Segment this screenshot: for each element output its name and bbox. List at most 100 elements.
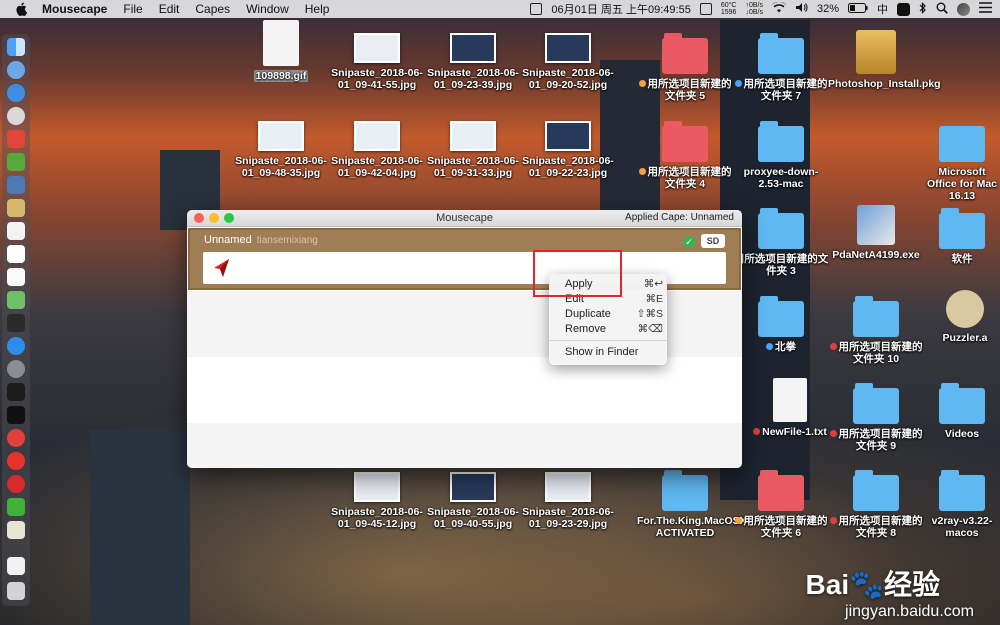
net-speed[interactable]: ↑0B/s ↓0B/s [745,2,763,16]
desktop-folder[interactable]: For.The.King.MacOSX-ACTIVATED [637,470,750,539]
desktop-folder[interactable]: 用所选项目新建的文件夹 4 [637,121,733,190]
desktop-file[interactable]: Snipaste_2018-06-01_09-22-23.jpg [520,121,616,179]
terminal-app-icon[interactable] [7,314,25,332]
desktop-folder[interactable]: 用所选项目新建的文件夹 7 [733,33,829,102]
desktop-folder[interactable]: Microsoft Office for Mac 16.13 [924,126,1000,202]
desktop-file[interactable]: Snipaste_2018-06-01_09-31-33.jpg [425,121,521,179]
desktop-file[interactable]: Snipaste_2018-06-01_09-23-29.jpg [520,472,616,530]
desktop-app[interactable]: Puzzler.a [930,290,1000,344]
desktop-folder[interactable]: proxyee-down-2.53-mac [733,121,829,190]
red-app-icon[interactable] [7,130,25,148]
wifi-icon[interactable] [771,1,786,16]
apple-icon[interactable] [14,2,28,16]
fan-speed: 1596 [720,9,737,16]
preview-doc-icon[interactable] [7,521,25,539]
desktop-folder[interactable]: 软件 [924,208,1000,265]
menu-capes[interactable]: Capes [195,2,230,16]
terminal-icon[interactable] [7,406,25,424]
baidu-watermark: Bai🐾经验 [806,563,940,603]
menu-file[interactable]: File [123,2,142,16]
desktop-file[interactable]: Snipaste_2018-06-01_09-23-39.jpg [425,33,521,91]
status-area: 06月01日 周五 上午09:49:55 60°C 1596 ↑0B/s ↓0B… [530,0,992,18]
dock [2,34,30,606]
desktop-file[interactable]: Snipaste_2018-06-01_09-48-35.jpg [233,121,329,179]
list-icon[interactable] [979,2,992,16]
folder-label: 用所选项目新建的文件夹 9 [838,428,923,452]
wallpaper-building [90,430,190,625]
vivaldi-icon[interactable] [7,429,25,447]
net-down: 0B/s [748,9,763,16]
calendar-app-icon[interactable] [7,245,25,263]
desktop-folder[interactable]: 用所选项目新建的文件夹 6 [733,470,829,539]
desktop-file[interactable]: Snipaste_2018-06-01_09-20-52.jpg [520,33,616,91]
desktop-file[interactable]: 109898.gif [233,20,329,82]
search-icon[interactable] [936,2,948,17]
menu-date-time[interactable]: 06月01日 周五 上午09:49:55 [551,1,690,17]
desktop-file[interactable]: Snipaste_2018-06-01_09-42-04.jpg [329,121,425,179]
menu-item-show-in-finder[interactable]: Show in Finder [549,345,667,360]
folder-icon [758,470,804,511]
input-language[interactable]: 中 [877,1,888,17]
file-label: Snipaste_2018-06-01_09-31-33.jpg [427,155,519,179]
folder-icon [758,33,804,74]
desktop-folder[interactable]: 用所选项目新建的文件夹 9 [828,383,924,452]
screen-icon[interactable] [699,3,712,15]
watermark-suffix: 经验 [883,569,940,600]
bluetooth-icon[interactable] [919,1,927,17]
image-thumbnail [354,33,400,63]
desktop-file[interactable]: Snipaste_2018-06-01_09-41-55.jpg [329,33,425,91]
wechat-icon[interactable] [7,498,25,516]
desktop-folder[interactable]: v2ray-v3.22-macos [924,470,1000,539]
document-icon[interactable] [7,557,25,575]
puzzler-app-icon [946,290,984,328]
android-icon[interactable] [7,153,25,171]
menu-app-name[interactable]: Mousecape [42,2,107,16]
desktop-folder[interactable]: 用所选项目新建的文件夹 3 [733,208,829,277]
preview-icon[interactable] [7,176,25,194]
desktop-folder[interactable]: 用所选项目新建的文件夹 8 [828,470,924,539]
menu-window[interactable]: Window [246,2,289,16]
calendar-icon[interactable] [530,3,543,15]
menu-item-label: Duplicate [565,308,611,320]
app-status-icon[interactable] [897,2,910,16]
system-stats[interactable]: 60°C 1596 [721,2,737,16]
rocket-icon[interactable] [7,107,25,125]
maps-icon[interactable] [7,291,25,309]
reminders-icon[interactable] [7,268,25,286]
desktop-file[interactable]: Photoshop_Install.pkg [828,30,941,90]
desktop-file[interactable]: Snipaste_2018-06-01_09-45-12.jpg [329,472,425,530]
system-preferences-icon[interactable] [7,360,25,378]
battery-percent[interactable]: 32% [817,3,839,15]
battery-icon[interactable] [848,2,868,16]
app-store-icon[interactable] [7,337,25,355]
desktop-folder[interactable]: Videos [924,383,1000,440]
safari-icon[interactable] [7,84,25,102]
image-thumbnail [258,121,304,151]
siri-icon[interactable] [957,2,970,16]
arrow-cursor-icon [214,259,229,277]
volume-icon[interactable] [795,2,808,16]
desktop-file[interactable]: NewFile-1.txt [742,378,838,438]
textedit-icon[interactable] [7,222,25,240]
finder-icon[interactable] [7,38,25,56]
menu-help[interactable]: Help [305,2,330,16]
desktop-folder[interactable]: 用所选项目新建的文件夹 5 [637,33,733,102]
desktop-folder[interactable]: 北拳 [733,296,829,353]
yandex-icon[interactable] [7,452,25,470]
image-thumbnail [545,472,591,502]
activity-monitor-icon[interactable] [7,383,25,401]
launchpad-icon[interactable] [7,61,25,79]
netease-music-icon[interactable] [7,475,25,493]
tag-dot [734,517,742,524]
menu-item-duplicate[interactable]: Duplicate ⇧⌘S [549,307,667,322]
trash-icon[interactable] [7,582,25,600]
empty-list-row [187,357,742,423]
menu-item-remove[interactable]: Remove ⌘⌫ [549,322,667,337]
desktop-file[interactable]: PdaNetA4199.exe [828,205,924,261]
desktop-folder[interactable]: 用所选项目新建的文件夹 10 [828,296,924,365]
menu-edit[interactable]: Edit [159,2,180,16]
folder-label: 用所选项目新建的文件夹 8 [838,515,923,539]
notes-icon[interactable] [7,199,25,217]
folder-label: 北拳 [775,341,796,353]
desktop-file[interactable]: Snipaste_2018-06-01_09-40-55.jpg [425,472,521,530]
